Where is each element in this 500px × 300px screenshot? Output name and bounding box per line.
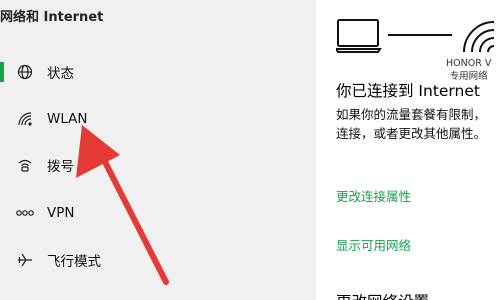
sidebar-item-vpn[interactable]: VPN xyxy=(0,193,316,233)
show-available-networks-link[interactable]: 显示可用网络 xyxy=(336,235,411,254)
description-line: 连接，或者更改其他属性。 xyxy=(336,126,487,141)
main-content: HONOR V 专用网络 你已连接到 Internet 如果你的流量套餐有限制，… xyxy=(316,0,500,300)
sidebar-item-label: VPN xyxy=(47,205,75,221)
sidebar-item-dialup[interactable]: 拨号 xyxy=(0,145,316,185)
connected-title: 你已连接到 Internet xyxy=(336,82,480,100)
wifi-signal-icon xyxy=(463,21,495,53)
selection-indicator xyxy=(0,62,4,82)
sidebar-item-wlan[interactable]: WLAN xyxy=(0,99,316,139)
connection-description: 如果你的流量套餐有限制， 连接，或者更改其他属性。 xyxy=(336,105,486,143)
dialup-icon xyxy=(16,156,34,174)
change-network-settings-heading: 更改网络设置 xyxy=(336,290,429,300)
sidebar-item-label: 飞行模式 xyxy=(47,254,101,270)
wifi-icon xyxy=(16,110,34,128)
description-line: 如果你的流量套餐有限制， xyxy=(336,107,487,122)
network-ssid: HONOR V xyxy=(446,58,492,69)
connection-diagram xyxy=(336,19,495,53)
change-connection-properties-link[interactable]: 更改连接属性 xyxy=(336,186,411,205)
sidebar: 网络和 Internet 状态 WLAN 拨号 VPN 飞行模式 xyxy=(0,0,316,300)
sidebar-item-airplane-mode[interactable]: 飞行模式 xyxy=(0,240,316,280)
sidebar-title: 网络和 Internet xyxy=(0,10,104,25)
sidebar-item-label: WLAN xyxy=(47,111,88,127)
sidebar-item-label: 状态 xyxy=(47,66,74,82)
airplane-icon xyxy=(16,251,34,269)
globe-icon xyxy=(16,63,34,81)
sidebar-item-status[interactable]: 状态 xyxy=(0,52,316,92)
sidebar-item-label: 拨号 xyxy=(47,159,74,175)
vpn-icon xyxy=(16,204,34,222)
laptop-icon xyxy=(336,19,382,53)
